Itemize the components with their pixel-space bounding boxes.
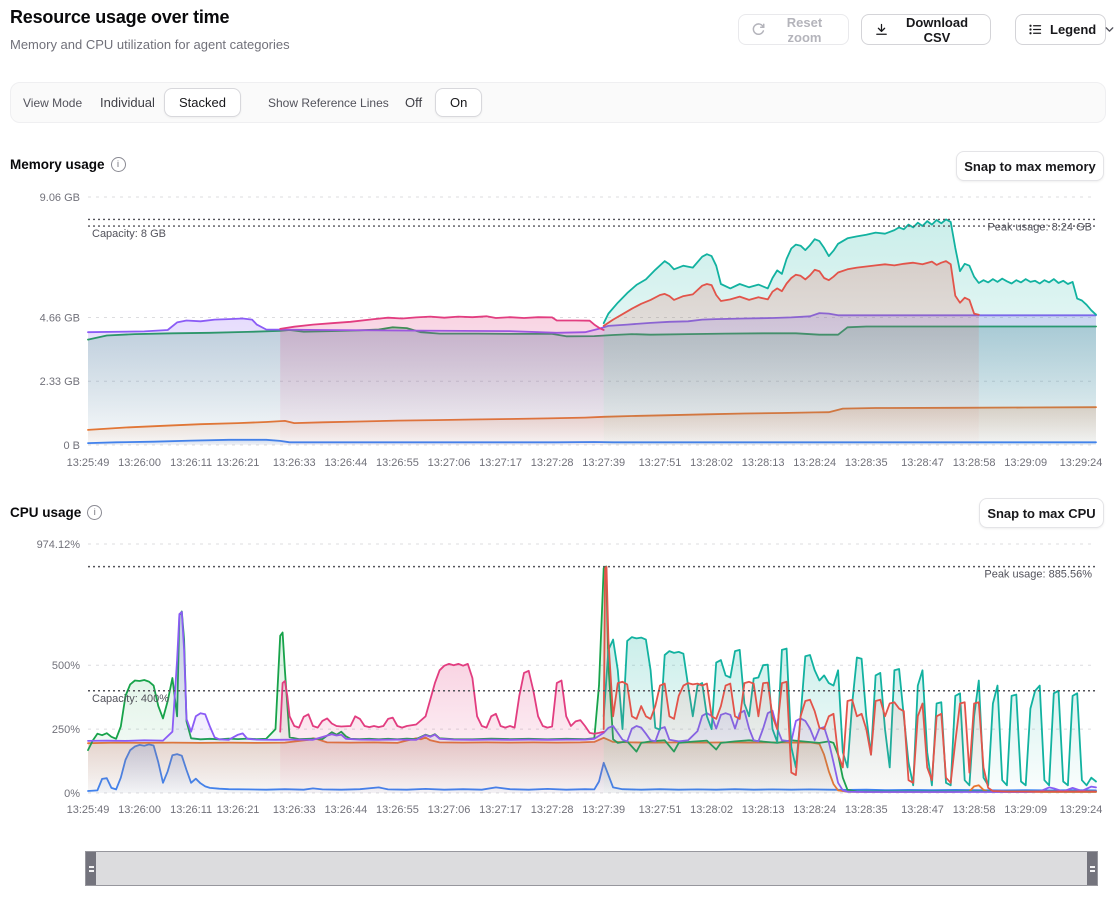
reference-lines-on[interactable]: On: [435, 88, 482, 117]
memory-area-pink: [280, 316, 604, 445]
memory-title-text: Memory usage: [10, 157, 105, 172]
memory-x-tick-label: 13:26:44: [324, 457, 367, 469]
cpu-reference-line-label: Capacity: 400%: [92, 693, 169, 705]
memory-reference-line-label: Capacity: 8 GB: [92, 228, 166, 240]
legend-list-icon: [1028, 22, 1043, 37]
view-mode-label: View Mode: [23, 83, 82, 122]
cpu-x-tick-label: 13:29:24: [1060, 804, 1103, 816]
download-csv-label: Download CSV: [896, 15, 978, 45]
memory-x-tick-label: 13:26:33: [273, 457, 316, 469]
cpu-section-title: CPU usage i: [10, 505, 102, 520]
cpu-y-tick-label: 974.12%: [37, 539, 81, 551]
cpu-x-tick-label: 13:29:09: [1004, 804, 1047, 816]
brush-handle-right[interactable]: [1087, 852, 1097, 885]
reset-zoom-label: Reset zoom: [773, 15, 836, 45]
memory-x-tick-label: 13:28:24: [793, 457, 836, 469]
time-range-brush[interactable]: [85, 851, 1098, 886]
memory-info-icon[interactable]: i: [111, 157, 126, 172]
memory-y-tick-label: 2.33 GB: [40, 376, 80, 388]
memory-x-tick-label: 13:28:35: [845, 457, 888, 469]
cpu-x-tick-label: 13:28:35: [845, 804, 888, 816]
memory-x-tick-label: 13:28:02: [690, 457, 733, 469]
download-icon: [874, 22, 889, 37]
cpu-plot[interactable]: 974.12% 500% 250% 0% Peak usage: 885.56% Capa…: [0, 532, 1116, 820]
memory-x-tick-label: 13:28:13: [742, 457, 785, 469]
cpu-x-tick-label: 13:25:49: [67, 804, 110, 816]
cpu-x-tick-label: 13:27:51: [639, 804, 682, 816]
view-mode-individual[interactable]: Individual: [100, 83, 155, 122]
cpu-x-tick-label: 13:28:58: [953, 804, 996, 816]
memory-x-tick-label: 13:29:09: [1004, 457, 1047, 469]
cpu-x-tick-label: 13:26:11: [170, 804, 212, 816]
memory-plot[interactable]: 9.06 GB 4.66 GB 2.33 GB 0 B Peak usage: 8.24…: [0, 185, 1116, 475]
cpu-y-tick-label: 500%: [52, 660, 80, 672]
memory-x-tick-label: 13:28:58: [953, 457, 996, 469]
cpu-x-tick-label: 13:26:00: [118, 804, 161, 816]
cpu-x-tick-label: 13:26:33: [273, 804, 316, 816]
memory-x-tick-label: 13:28:47: [901, 457, 944, 469]
reset-icon: [751, 22, 766, 37]
memory-x-tick-label: 13:26:00: [118, 457, 161, 469]
memory-section-title: Memory usage i: [10, 157, 126, 172]
cpu-x-tick-label: 13:28:13: [742, 804, 785, 816]
cpu-title-text: CPU usage: [10, 505, 81, 520]
cpu-area-pink: [280, 664, 604, 793]
memory-x-tick-label: 13:27:06: [428, 457, 471, 469]
show-reference-lines-label: Show Reference Lines: [268, 83, 389, 122]
memory-x-tick-label: 13:25:49: [67, 457, 110, 469]
cpu-x-tick-label: 13:27:17: [479, 804, 522, 816]
view-mode-stacked[interactable]: Stacked: [164, 88, 241, 117]
memory-y-tick-label: 9.06 GB: [40, 192, 80, 204]
cpu-chart-svg: 974.12% 500% 250% 0% Peak usage: 885.56% Capa…: [0, 532, 1116, 820]
cpu-y-tick-label: 0%: [64, 788, 80, 800]
cpu-reference-line-label: Peak usage: 885.56%: [984, 569, 1092, 581]
cpu-x-tick-label: 13:27:06: [428, 804, 471, 816]
memory-x-tick-label: 13:27:17: [479, 457, 522, 469]
cpu-info-icon[interactable]: i: [87, 505, 102, 520]
cpu-x-tick-label: 13:26:55: [376, 804, 419, 816]
resource-usage-dashboard: Resource usage over time Memory and CPU …: [0, 0, 1116, 906]
page-title: Resource usage over time: [10, 7, 229, 28]
control-bar: View Mode Individual Stacked Show Refere…: [10, 82, 1106, 123]
cpu-x-tick-label: 13:26:21: [217, 804, 260, 816]
chevron-down-icon: [1103, 23, 1116, 36]
cpu-x-tick-label: 13:28:02: [690, 804, 733, 816]
memory-y-tick-label: 4.66 GB: [40, 312, 80, 324]
cpu-x-tick-label: 13:28:47: [901, 804, 944, 816]
memory-x-tick-label: 13:27:39: [582, 457, 625, 469]
snap-to-max-cpu-button[interactable]: Snap to max CPU: [979, 498, 1104, 528]
reference-lines-off[interactable]: Off: [405, 83, 422, 122]
page-subtitle: Memory and CPU utilization for agent cat…: [10, 37, 290, 52]
brush-handle-left[interactable]: [86, 852, 96, 885]
memory-chart-svg: 9.06 GB 4.66 GB 2.33 GB 0 B Peak usage: 8.24…: [0, 185, 1116, 475]
memory-y-tick-label: 0 B: [63, 440, 80, 452]
cpu-x-tick-label: 13:27:28: [531, 804, 574, 816]
memory-x-tick-label: 13:26:21: [217, 457, 260, 469]
memory-x-tick-label: 13:29:24: [1060, 457, 1103, 469]
memory-x-tick-label: 13:27:28: [531, 457, 574, 469]
download-csv-button[interactable]: Download CSV: [861, 14, 991, 45]
cpu-x-tick-label: 13:28:24: [793, 804, 836, 816]
cpu-x-tick-label: 13:26:44: [324, 804, 367, 816]
memory-x-tick-label: 13:26:11: [170, 457, 212, 469]
legend-label: Legend: [1050, 22, 1096, 37]
memory-x-tick-label: 13:27:51: [639, 457, 682, 469]
snap-to-max-memory-button[interactable]: Snap to max memory: [956, 151, 1104, 181]
legend-button[interactable]: Legend: [1015, 14, 1106, 45]
cpu-x-tick-label: 13:27:39: [582, 804, 625, 816]
cpu-y-tick-label: 250%: [52, 724, 80, 736]
reset-zoom-button[interactable]: Reset zoom: [738, 14, 849, 45]
memory-x-tick-label: 13:26:55: [376, 457, 419, 469]
memory-reference-line-label: Peak usage: 8.24 GB: [987, 221, 1092, 233]
